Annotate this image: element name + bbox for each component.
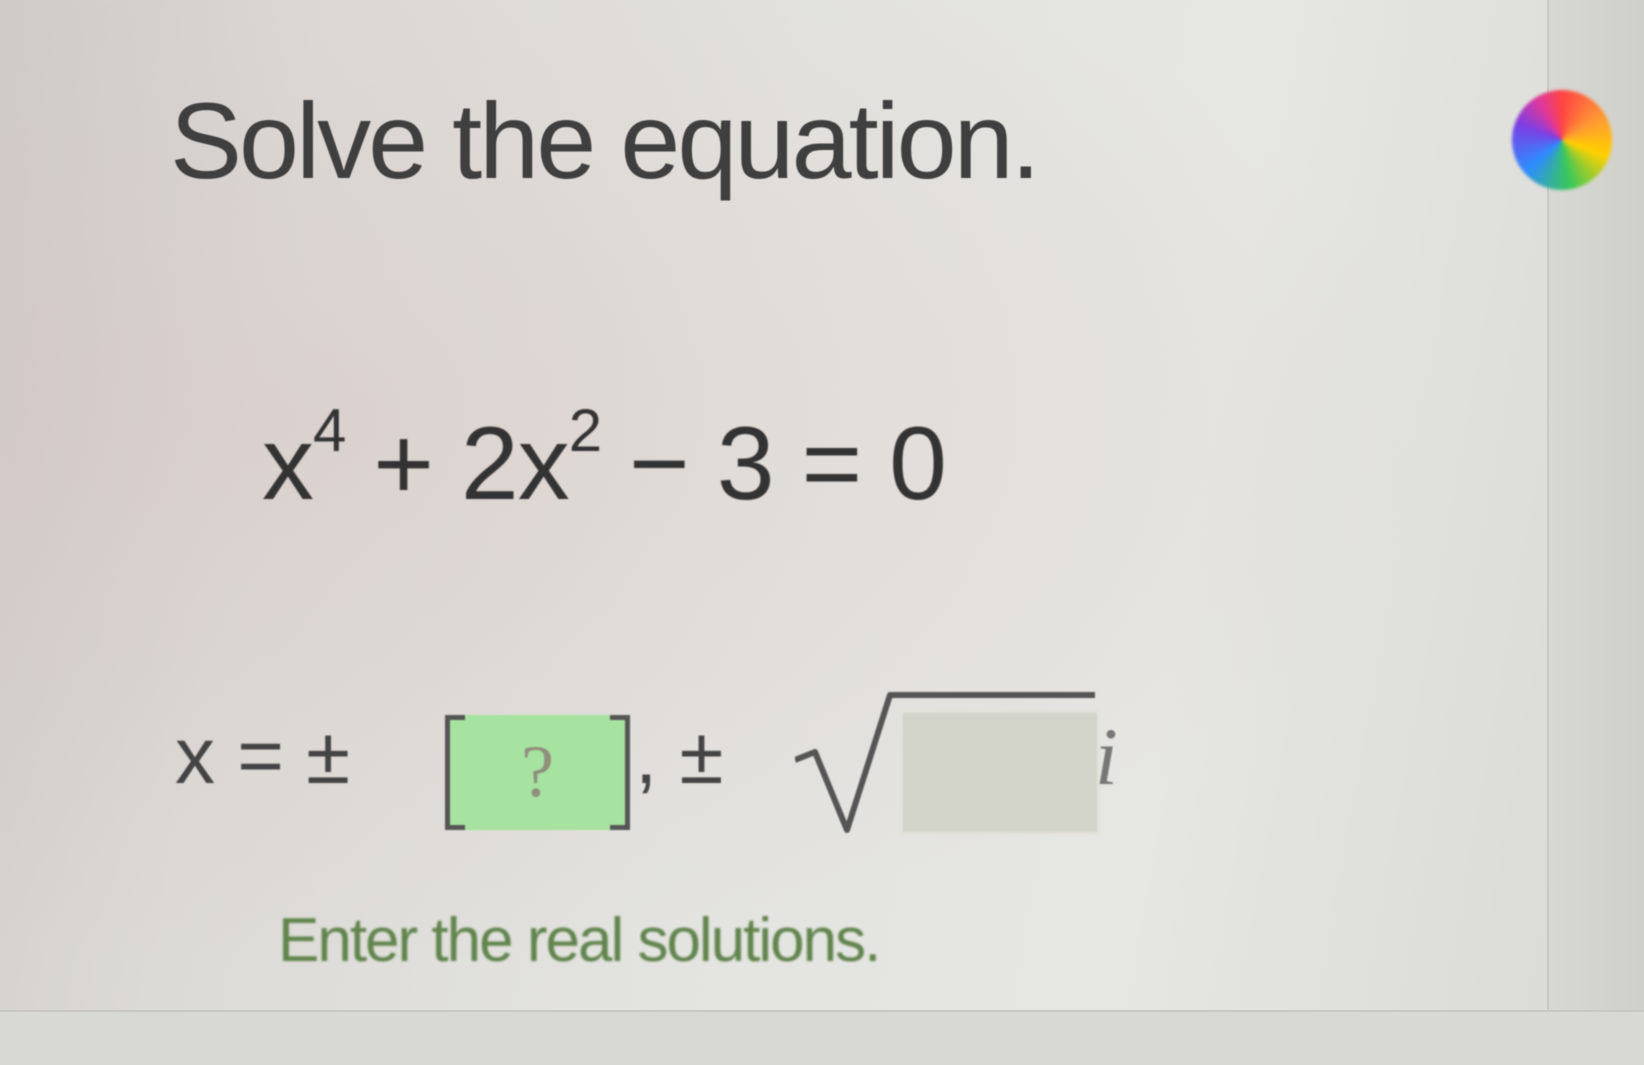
instruction-text: Enter the real solutions. <box>278 906 881 975</box>
equation-term1-exponent: 4 <box>313 397 346 464</box>
imaginary-solution-input[interactable] <box>900 710 1100 835</box>
question-title: Solve the equation. <box>170 80 1041 201</box>
real-solution-placeholder: ? <box>521 731 554 813</box>
equation-term2-base: 2x <box>460 406 570 522</box>
answer-row: x = ± ? , ± i <box>175 690 1225 860</box>
real-solution-input[interactable]: ? <box>445 715 630 830</box>
equation-equals: = <box>801 406 862 522</box>
bottom-band <box>0 1010 1644 1065</box>
equation-term1-base: x <box>262 406 314 522</box>
equation: x4 + 2x2 − 3 = 0 <box>262 401 947 524</box>
equation-term3: 3 <box>716 406 775 522</box>
bracket-corner <box>610 715 630 720</box>
bracket-corner <box>610 825 630 830</box>
equation-operator-plus: + <box>373 406 434 522</box>
equation-term2-exponent: 2 <box>568 397 602 464</box>
answer-prefix: x = ± <box>175 711 351 800</box>
equation-rhs: 0 <box>889 406 947 522</box>
color-wheel-icon[interactable] <box>1512 90 1612 190</box>
equation-operator-minus: − <box>629 406 690 522</box>
answer-separator: , ± <box>635 711 724 800</box>
imaginary-unit: i <box>1095 711 1118 802</box>
